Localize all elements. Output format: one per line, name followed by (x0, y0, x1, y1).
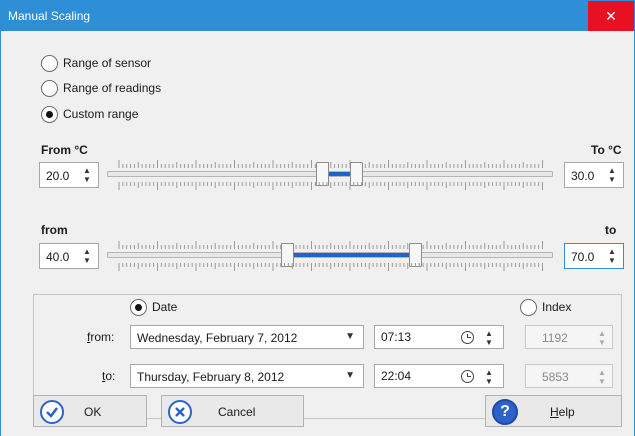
radio-circle[interactable] (41, 54, 58, 72)
ok-label: OK (84, 405, 102, 419)
cancel-label: Cancel (218, 405, 256, 419)
from-index-spinbox[interactable]: 1192 ▲ ▼ (525, 325, 613, 349)
to-date-picker[interactable]: Thursday, February 8, 2012 ▼ (130, 364, 364, 388)
help-icon: ? (492, 399, 518, 425)
to-time-value: 22:04 (381, 369, 412, 383)
from-date-value: Wednesday, February 7, 2012 (137, 331, 298, 345)
radio-circle[interactable] (41, 79, 58, 97)
chevron-down-icon[interactable]: ▼ (345, 331, 355, 342)
from-value-spinbox[interactable]: 40.0 ▲ ▼ (39, 243, 99, 269)
radio-circle[interactable] (130, 298, 147, 316)
close-button[interactable]: ✕ (588, 1, 634, 31)
top-ticks (118, 160, 543, 168)
spin-arrows-icon[interactable]: ▲ ▼ (608, 247, 618, 265)
from-temp-value: 20.0 (46, 169, 70, 183)
to-date-label: to: (102, 369, 116, 383)
selected-range-bar (293, 253, 411, 257)
spin-arrows-icon[interactable]: ▲ ▼ (608, 166, 618, 184)
from-value: 40.0 (46, 250, 70, 264)
spin-arrows-icon[interactable]: ▲ ▼ (83, 166, 93, 184)
radio-index[interactable]: Index (520, 297, 571, 317)
help-label: Help (550, 405, 575, 419)
chevron-down-icon[interactable]: ▼ (345, 370, 355, 381)
radio-label: Custom range (63, 107, 139, 121)
radio-custom-range[interactable]: Custom range (41, 104, 138, 124)
to-temp-spinbox[interactable]: 30.0 ▲ ▼ (564, 162, 624, 188)
radio-label: Index (542, 300, 572, 314)
help-button[interactable]: ? Help (485, 395, 622, 427)
bottom-ticks (118, 263, 543, 271)
checkmark-icon (40, 400, 64, 424)
spin-arrows-icon[interactable]: ▲ ▼ (485, 368, 493, 386)
from-date-picker[interactable]: Wednesday, February 7, 2012 ▼ (130, 325, 364, 349)
to-label: to (605, 223, 617, 237)
value-range-slider[interactable] (107, 236, 553, 276)
radio-label: Range of sensor (63, 56, 152, 70)
spin-arrows-icon[interactable]: ▲ ▼ (598, 368, 606, 386)
from-index-value: 1192 (542, 331, 568, 345)
radio-label: Range of readings (63, 81, 162, 95)
cancel-x-icon (168, 400, 192, 424)
to-value-spinbox[interactable]: 70.0 ▲ ▼ (564, 243, 624, 269)
to-time-field[interactable]: 22:04 ▲ ▼ (374, 364, 504, 388)
to-temp-value: 30.0 (571, 169, 595, 183)
spin-arrows-icon[interactable]: ▲ ▼ (83, 247, 93, 265)
manual-scaling-dialog: Manual Scaling ✕ Range of sensor Range o… (0, 0, 635, 436)
close-icon: ✕ (605, 8, 617, 24)
from-time-value: 07:13 (381, 330, 412, 344)
from-time-field[interactable]: 07:13 ▲ ▼ (374, 325, 504, 349)
to-date-value: Thursday, February 8, 2012 (137, 370, 285, 384)
ok-button[interactable]: OK (33, 395, 147, 427)
to-value: 70.0 (571, 250, 595, 264)
title-bar[interactable]: Manual Scaling ✕ (1, 1, 634, 31)
cancel-button[interactable]: Cancel (161, 395, 304, 427)
radio-label: Date (152, 300, 178, 314)
top-ticks (118, 241, 543, 249)
dialog-body: Range of sensor Range of readings Custom… (1, 31, 634, 436)
clock-icon (461, 331, 474, 344)
radio-range-of-sensor[interactable]: Range of sensor (41, 53, 151, 73)
window-title: Manual Scaling (8, 9, 91, 23)
to-index-value: 5853 (542, 370, 569, 384)
radio-range-of-readings[interactable]: Range of readings (41, 78, 161, 98)
temp-range-slider[interactable] (107, 155, 553, 195)
from-label: from (41, 223, 68, 237)
spin-arrows-icon[interactable]: ▲ ▼ (598, 329, 606, 347)
spin-arrows-icon[interactable]: ▲ ▼ (485, 329, 493, 347)
to-index-spinbox[interactable]: 5853 ▲ ▼ (525, 364, 613, 388)
from-temp-label: From °C (41, 143, 88, 157)
from-temp-spinbox[interactable]: 20.0 ▲ ▼ (39, 162, 99, 188)
radio-date[interactable]: Date (130, 297, 177, 317)
clock-icon (461, 370, 474, 383)
bottom-ticks (118, 182, 543, 190)
from-date-label: from: (87, 330, 115, 344)
radio-circle[interactable] (520, 298, 537, 316)
radio-circle[interactable] (41, 105, 58, 123)
to-temp-label: To °C (591, 143, 622, 157)
